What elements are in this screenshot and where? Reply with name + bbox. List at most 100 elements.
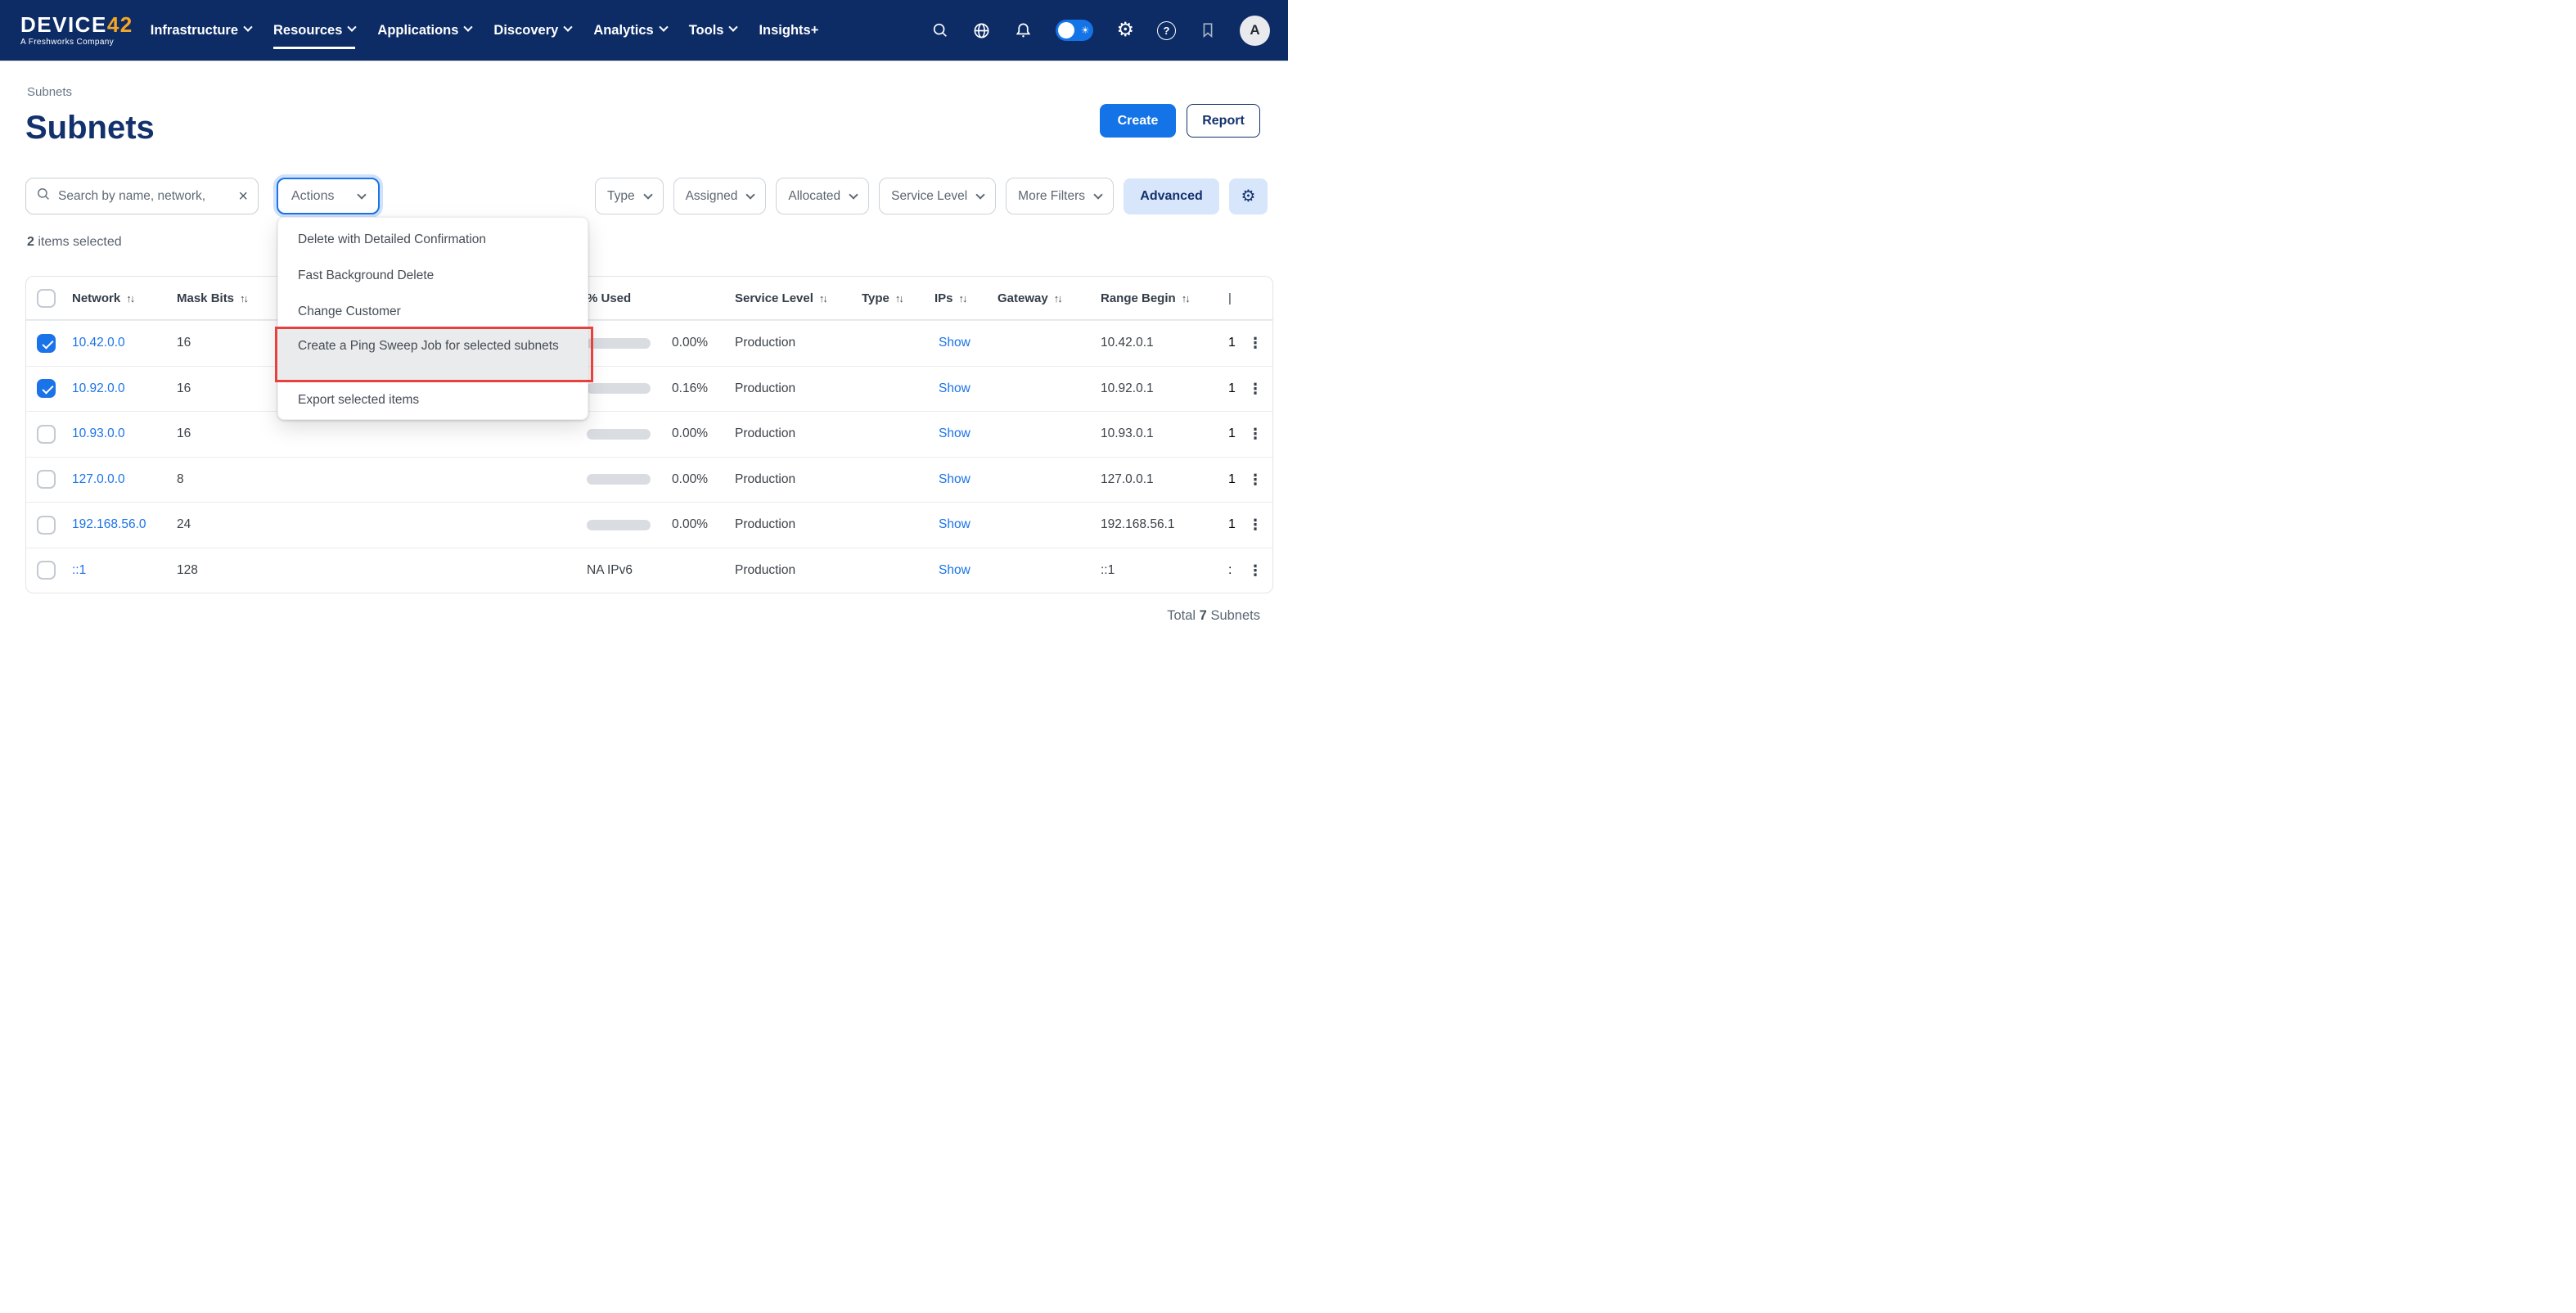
nav-label: Tools [689,23,724,38]
search-box[interactable]: × [25,178,259,214]
table-row: 10.42.0.0 16 0.00% Production Show 10.42… [26,320,1272,366]
search-input[interactable] [58,189,231,204]
breadcrumb[interactable]: Subnets [27,85,72,99]
chevron-down-icon [729,22,738,31]
report-button[interactable]: Report [1187,104,1260,138]
selection-count: 2 [27,235,34,249]
show-ips-link[interactable]: Show [925,381,988,396]
clear-search-icon[interactable]: × [238,188,248,205]
column-label: IPs [934,291,953,305]
network-link[interactable]: 10.92.0.0 [62,381,167,396]
row-kebab-menu-icon[interactable]: ⋮ [1248,336,1263,350]
show-ips-link[interactable]: Show [925,426,988,441]
row-kebab-menu-icon[interactable]: ⋮ [1248,426,1263,441]
bookmark-icon[interactable] [1199,21,1217,39]
range-begin-value: 10.92.0.1 [1091,381,1218,396]
column-header-service-level[interactable]: Service Level↑↓ [725,291,852,305]
filter-type[interactable]: Type [595,178,664,214]
create-button[interactable]: Create [1100,104,1176,138]
chevron-down-icon [243,22,252,31]
column-header-network[interactable]: Network↑↓ [62,291,167,305]
sun-icon: ☀ [1081,25,1090,35]
row-kebab-menu-icon[interactable]: ⋮ [1248,517,1263,532]
nav-applications[interactable]: Applications [377,0,471,61]
column-header-type[interactable]: Type↑↓ [852,291,925,305]
sort-icon: ↑↓ [1054,292,1061,305]
network-link[interactable]: 127.0.0.0 [62,472,167,487]
network-link[interactable]: 10.42.0.0 [62,336,167,350]
theme-toggle[interactable]: ☀ [1056,20,1093,41]
notification-bell-icon[interactable] [1014,21,1033,40]
settings-gear-icon[interactable]: ⚙ [1116,20,1134,40]
menu-item-export[interactable]: Export selected items [278,381,588,417]
used-cell: 0.00% [577,517,725,532]
network-link[interactable]: 192.168.56.0 [62,517,167,532]
show-ips-link[interactable]: Show [925,563,988,578]
clipped-value: 1 [1228,517,1236,532]
help-icon[interactable]: ? [1157,21,1176,40]
nav-insights[interactable]: Insights+ [759,0,818,61]
row-checkbox[interactable] [37,334,56,353]
chevron-down-icon [659,22,668,31]
device42-logo[interactable]: DEVICE42 A Freshworks Company [20,14,133,47]
row-checkbox[interactable] [37,425,56,444]
network-link[interactable]: 10.93.0.0 [62,426,167,441]
select-all-checkbox[interactable] [37,289,56,308]
filter-allocated[interactable]: Allocated [776,178,869,214]
menu-item-change-customer[interactable]: Change Customer [278,293,588,329]
used-cell: 0.00% [577,336,725,350]
filter-service-level[interactable]: Service Level [879,178,996,214]
row-kebab-menu-icon[interactable]: ⋮ [1248,381,1263,396]
range-begin-value: 127.0.0.1 [1091,472,1218,487]
filter-more-filters[interactable]: More Filters [1006,178,1114,214]
column-label: Service Level [735,291,813,305]
search-icon [36,187,51,205]
show-ips-link[interactable]: Show [925,472,988,487]
chevron-down-icon [849,190,858,199]
menu-item-ping-sweep[interactable]: Create a Ping Sweep Job for selected sub… [278,329,588,381]
chevron-down-icon [746,190,755,199]
show-ips-link[interactable]: Show [925,517,988,532]
actions-dropdown-button[interactable]: Actions [277,178,380,214]
selection-label: items selected [34,235,122,249]
row-checkbox[interactable] [37,470,56,489]
service-level-value: Production [725,472,852,487]
nav-discovery[interactable]: Discovery [493,0,571,61]
toolbar: × Actions Type Assigned Allocated Servic… [25,178,1268,214]
row-checkbox[interactable] [37,516,56,535]
row-kebab-menu-icon[interactable]: ⋮ [1248,472,1263,487]
clipped-value: : [1228,563,1236,578]
globe-icon[interactable] [972,21,991,40]
row-checkbox[interactable] [37,561,56,580]
nav-tools[interactable]: Tools [689,0,737,61]
used-na-text: NA IPv6 [587,563,633,578]
total-count: Total 7 Subnets [1167,608,1260,624]
advanced-button[interactable]: Advanced [1124,178,1219,214]
column-header-range-begin[interactable]: Range Begin↑↓ [1091,291,1218,305]
row-kebab-menu-icon[interactable]: ⋮ [1248,563,1263,578]
nav-analytics[interactable]: Analytics [593,0,666,61]
column-label: % Used [587,291,631,305]
used-cell: 0.00% [577,472,725,487]
filter-assigned[interactable]: Assigned [673,178,767,214]
nav-label: Analytics [593,23,653,38]
menu-item-fast-delete[interactable]: Fast Background Delete [278,257,588,293]
menu-item-delete-detailed[interactable]: Delete with Detailed Confirmation [278,221,588,257]
nav-resources[interactable]: Resources [273,0,355,61]
network-link[interactable]: ::1 [62,563,167,578]
nav-infrastructure[interactable]: Infrastructure [151,0,251,61]
table-settings-gear-icon[interactable]: ⚙ [1229,178,1268,214]
page-actions: Create Report [1100,104,1260,138]
show-ips-link[interactable]: Show [925,336,988,350]
user-avatar[interactable]: A [1240,16,1270,46]
used-percent: 0.00% [672,426,725,441]
search-icon[interactable] [931,21,949,39]
used-cell: 0.16% [577,381,725,396]
brand-accent: 42 [107,12,133,37]
column-header-gateway[interactable]: Gateway↑↓ [988,291,1091,305]
chevron-down-icon [643,190,652,199]
table-row: ::1 128 NA IPv6 Production Show ::1 :⋮ [26,548,1272,593]
nav-label: Resources [273,23,342,38]
column-header-ips[interactable]: IPs↑↓ [925,291,988,305]
row-checkbox[interactable] [37,379,56,398]
